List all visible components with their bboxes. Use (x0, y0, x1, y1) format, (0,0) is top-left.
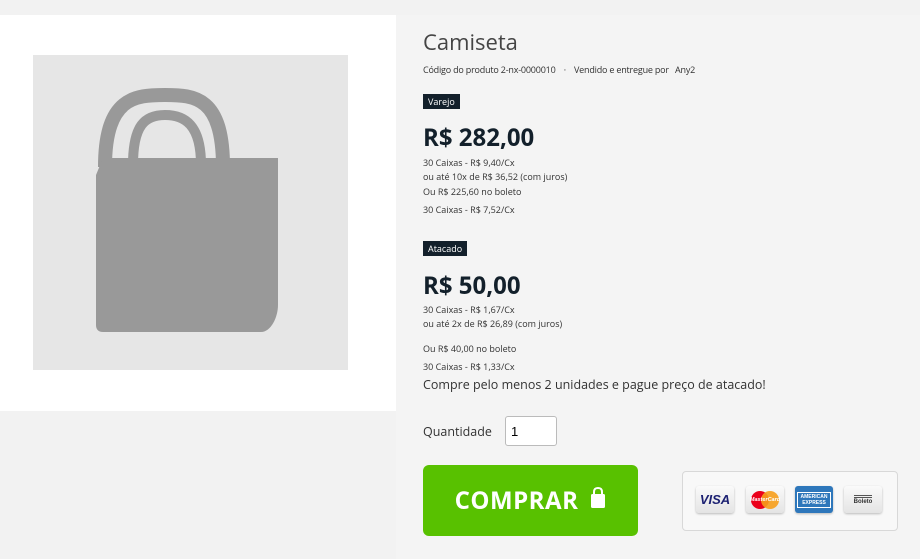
meta-separator: · (563, 63, 566, 76)
wholesale-boleto-price: Ou R$ 40,00 no boleto (423, 342, 517, 355)
seller-name[interactable]: Any2 (675, 63, 695, 76)
mastercard-icon: MasterCard (746, 486, 784, 513)
sold-by-label: Vendido e entregue por (574, 63, 669, 76)
code-label: Código do produto (423, 63, 499, 76)
amex-icon: AMERICAN EXPRESS (795, 486, 833, 513)
product-image-panel (0, 15, 396, 411)
retail-unit-price: 30 Caixas - R$ 9,40/Cx (423, 156, 515, 169)
wholesale-unit-price: 30 Caixas - R$ 1,67/Cx (423, 303, 515, 316)
shopping-bag-placeholder-icon (96, 87, 278, 332)
boleto-icon: Boleto (844, 486, 882, 513)
visa-icon: VISA (696, 486, 734, 513)
product-title: Camiseta (423, 27, 518, 57)
wholesale-note: Compre pelo menos 2 unidades e pague pre… (423, 376, 766, 393)
shopping-bag-icon (590, 484, 606, 517)
buy-button[interactable]: COMPRAR (423, 465, 638, 536)
retail-boleto-price: Ou R$ 225,60 no boleto (423, 185, 522, 198)
product-code: 2-nx-0000010 (500, 63, 556, 76)
wholesale-installments: ou até 2x de R$ 26,89 (com juros) (423, 317, 563, 330)
product-meta: Código do produto 2-nx-0000010 · Vendido… (423, 63, 695, 76)
product-image[interactable] (33, 55, 348, 370)
quantity-label: Quantidade (423, 423, 492, 440)
retail-installments: ou até 10x de R$ 36,52 (com juros) (423, 170, 568, 183)
product-info-panel: Camiseta Código do produto 2-nx-0000010 … (396, 15, 920, 559)
payment-methods: VISA MasterCard AMERICAN EXPRESS Boleto (682, 471, 898, 531)
retail-boleto-unit-price: 30 Caixas - R$ 7,52/Cx (423, 203, 515, 216)
retail-price: R$ 282,00 (423, 121, 535, 154)
retail-badge: Varejo (423, 94, 460, 109)
wholesale-badge: Atacado (423, 241, 468, 256)
wholesale-price: R$ 50,00 (423, 269, 521, 302)
buy-button-label: COMPRAR (454, 484, 579, 517)
wholesale-boleto-unit-price: 30 Caixas - R$ 1,33/Cx (423, 360, 515, 373)
quantity-input[interactable] (505, 416, 557, 446)
